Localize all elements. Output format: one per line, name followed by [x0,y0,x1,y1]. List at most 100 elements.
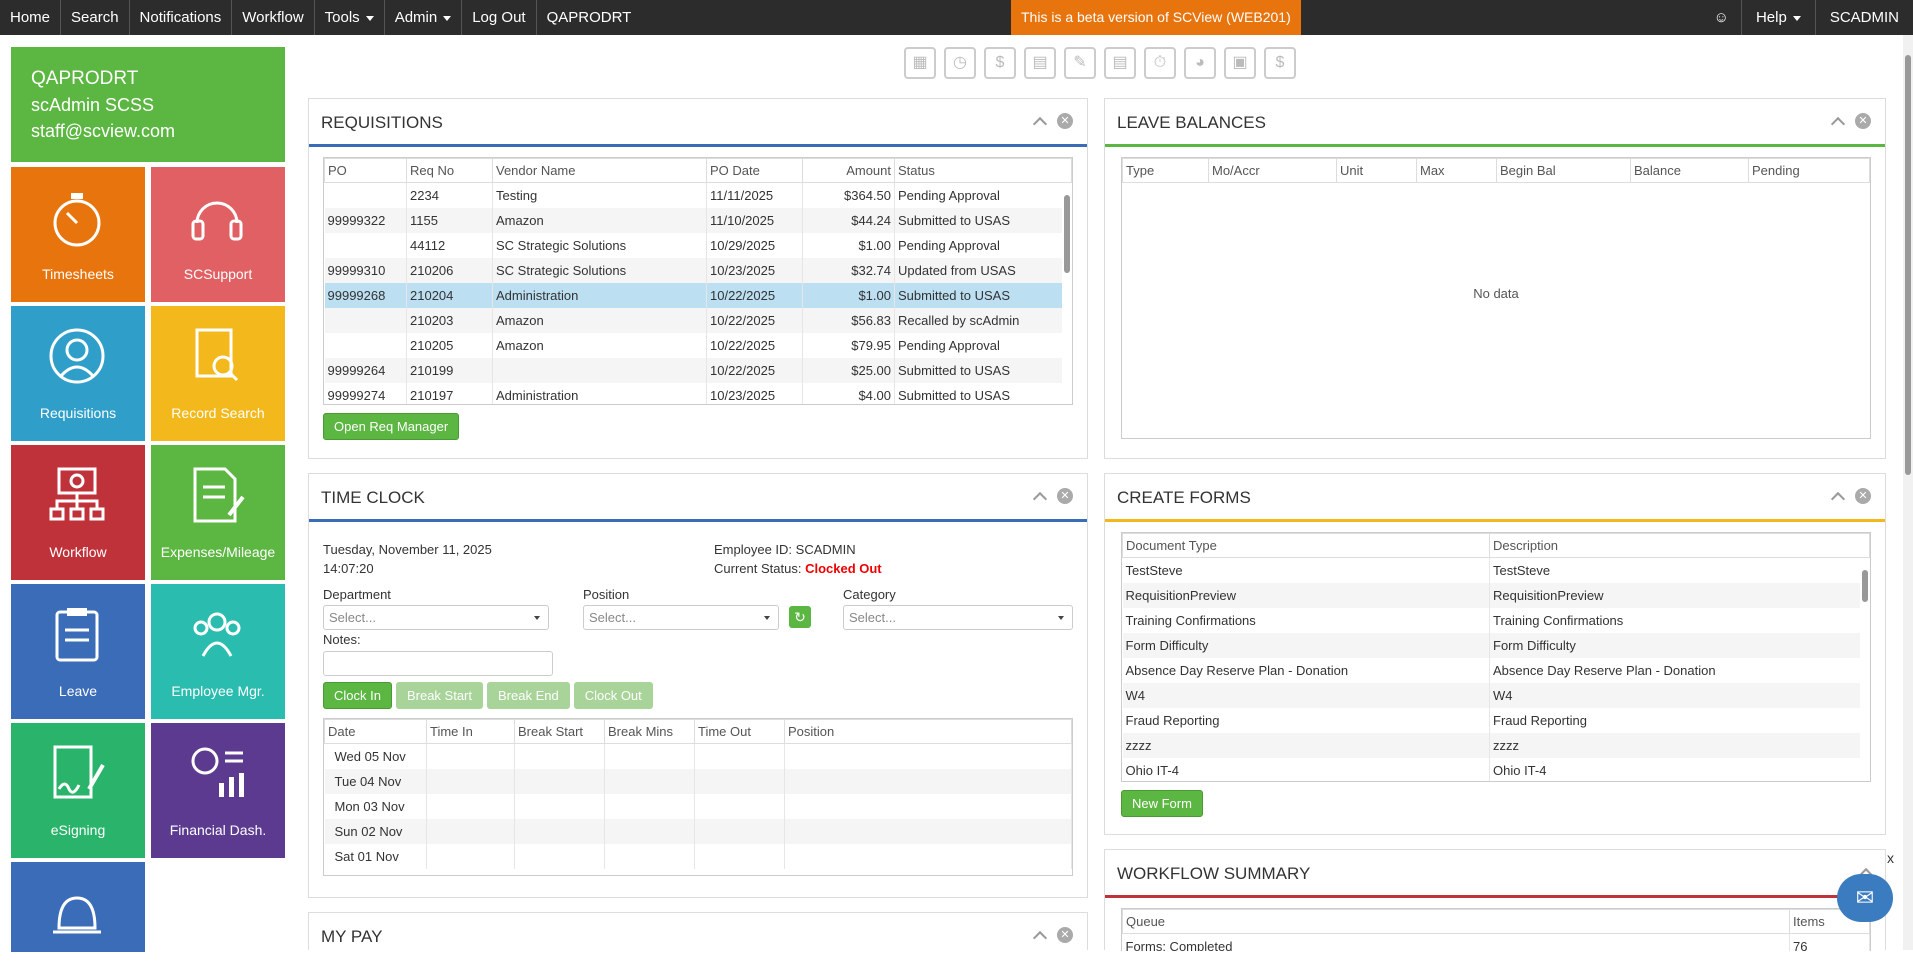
column-header[interactable]: PO Date [706,158,803,183]
column-header[interactable]: Unit [1336,158,1417,183]
column-header[interactable]: Break Mins [604,719,695,744]
tile-alerts[interactable] [11,862,145,952]
position-select[interactable]: Select... [583,605,779,630]
invoice-icon[interactable]: $ [1264,47,1296,79]
column-header[interactable]: Time Out [694,719,785,744]
new-form-button[interactable]: New Form [1121,790,1203,817]
clock-icon[interactable]: ◷ [944,47,976,79]
column-header[interactable]: Mo/Accr [1208,158,1337,183]
collapse-icon[interactable] [1830,116,1846,132]
tile-leave[interactable]: Leave [11,584,145,719]
break-start-button[interactable]: Break Start [395,682,483,709]
page-scrollbar[interactable] [1903,35,1913,950]
close-icon[interactable]: ✕ [1057,927,1073,943]
nav-item-notifications[interactable]: Notifications [130,0,233,35]
table-row[interactable]: zzzz zzzz [1122,732,1870,758]
table-row[interactable]: TestSteve TestSteve [1122,557,1870,583]
column-header[interactable]: Status [894,158,1072,183]
nav-item-qaprodrt[interactable]: QAPRODRT [537,0,642,35]
close-icon[interactable]: ✕ [1855,488,1871,504]
chat-close-icon[interactable]: x [1887,850,1894,866]
close-icon[interactable]: ✕ [1855,113,1871,129]
table-row[interactable]: 99999268 210204 Administration 10/22/2025 $1… [324,282,1072,308]
tile-esigning[interactable]: eSigning [11,723,145,858]
tile-requisitions[interactable]: Requisitions [11,306,145,441]
table-row[interactable]: 99999310 210206 SC Strategic Solutions 10/2… [324,257,1072,283]
nav-item-tools[interactable]: Tools [315,0,385,35]
category-select[interactable]: Select... [843,605,1073,630]
close-icon[interactable]: ✕ [1057,488,1073,504]
column-header[interactable]: Vendor Name [492,158,707,183]
table-row[interactable]: Wed 05 Nov [324,743,1072,769]
table-row[interactable]: Sun 02 Nov [324,818,1072,844]
column-header[interactable]: PO [324,158,407,183]
smiley-icon[interactable]: ☺ [1702,0,1741,35]
refresh-icon[interactable]: ↻ [789,606,811,628]
column-header[interactable]: Begin Bal [1496,158,1631,183]
tile-employee-mgr[interactable]: Employee Mgr. [151,584,285,719]
scrollbar[interactable] [1062,183,1072,404]
notes-input[interactable] [323,651,553,676]
tile-expenses-mileage[interactable]: Expenses/Mileage [151,445,285,580]
nav-item-workflow[interactable]: Workflow [232,0,315,35]
collapse-icon[interactable] [1032,491,1048,507]
column-header[interactable]: Req No [406,158,493,183]
table-row[interactable]: Form Difficulty Form Difficulty [1122,632,1870,658]
tile-scsupport[interactable]: SCSupport [151,167,285,302]
pencil-icon[interactable]: ✎ [1064,47,1096,79]
tile-financial-dash[interactable]: Financial Dash. [151,723,285,858]
table-row[interactable]: Mon 03 Nov [324,793,1072,819]
collapse-icon[interactable] [1830,491,1846,507]
column-header[interactable]: Time In [426,719,515,744]
table-row[interactable]: 210205 Amazon 10/22/2025 $79.95 Pending Appr… [324,332,1072,358]
close-icon[interactable]: ✕ [1057,113,1073,129]
nav-item-home[interactable]: Home [0,0,62,35]
column-header[interactable]: Max [1416,158,1497,183]
break-end-button[interactable]: Break End [487,682,570,709]
open-req-manager-button[interactable]: Open Req Manager [323,413,460,440]
collapse-icon[interactable] [1032,930,1048,946]
table-row[interactable]: 99999322 1155 Amazon 11/10/2025 $44.24 Submit… [324,207,1072,233]
column-header[interactable]: Balance [1630,158,1749,183]
nav-item-search[interactable]: Search [61,0,130,35]
table-row[interactable]: 99999274 210197 Administration 10/23/2025 $4… [324,382,1072,404]
table-row[interactable]: 210203 Amazon 10/22/2025 $56.83 Recalled by … [324,307,1072,333]
table-row[interactable]: RequisitionPreview RequisitionPreview [1122,582,1870,608]
column-header[interactable]: Description [1489,533,1870,558]
column-header[interactable]: Break Start [514,719,605,744]
scrollbar[interactable] [1860,558,1870,781]
calendar-icon[interactable]: ▦ [904,47,936,79]
stopwatch-icon[interactable]: ⏱ [1144,47,1176,79]
column-header[interactable]: Queue [1122,909,1790,934]
column-header[interactable]: Document Type [1122,533,1490,558]
table-row[interactable]: Absence Day Reserve Plan - Donation Absen… [1122,657,1870,683]
tile-timesheets[interactable]: Timesheets [11,167,145,302]
column-header[interactable]: Type [1122,158,1209,183]
tile-record-search[interactable]: Record Search [151,306,285,441]
table-row[interactable]: 44112 SC Strategic Solutions 10/29/2025 $1.… [324,232,1072,258]
money-icon[interactable]: ▣ [1224,47,1256,79]
speedometer-icon[interactable]: ◕ [1184,47,1216,79]
nav-item-log-out[interactable]: Log Out [462,0,537,35]
column-header[interactable]: Date [324,719,427,744]
help-menu[interactable]: Help [1740,0,1815,35]
table-row[interactable]: Tue 04 Nov [324,768,1072,794]
table-row[interactable]: Sat 01 Nov [324,843,1072,869]
clock-out-button[interactable]: Clock Out [573,682,653,709]
column-header[interactable]: Position [784,719,1072,744]
clipboard-icon[interactable]: ▤ [1104,47,1136,79]
table-row[interactable]: W4 W4 [1122,682,1870,708]
document-icon[interactable]: ▤ [1024,47,1056,79]
column-header[interactable]: Amount [802,158,895,183]
department-select[interactable]: Select... [323,605,549,630]
table-row[interactable]: Training Confirmations Training Confirmat… [1122,607,1870,633]
collapse-icon[interactable] [1032,116,1048,132]
nav-item-admin[interactable]: Admin [385,0,463,35]
clock-in-button[interactable]: Clock In [323,682,392,709]
chat-bubble-icon[interactable]: ✉ [1837,874,1893,922]
table-row[interactable]: 99999264 210199 10/22/2025 $25.00 Submitted … [324,357,1072,383]
refund-icon[interactable]: $ [984,47,1016,79]
table-row[interactable]: Ohio IT-4 Ohio IT-4 [1122,757,1870,781]
user-menu[interactable]: SCADMIN [1814,0,1913,35]
table-row[interactable]: 2234 Testing 11/11/2025 $364.50 Pending Appr… [324,182,1072,208]
